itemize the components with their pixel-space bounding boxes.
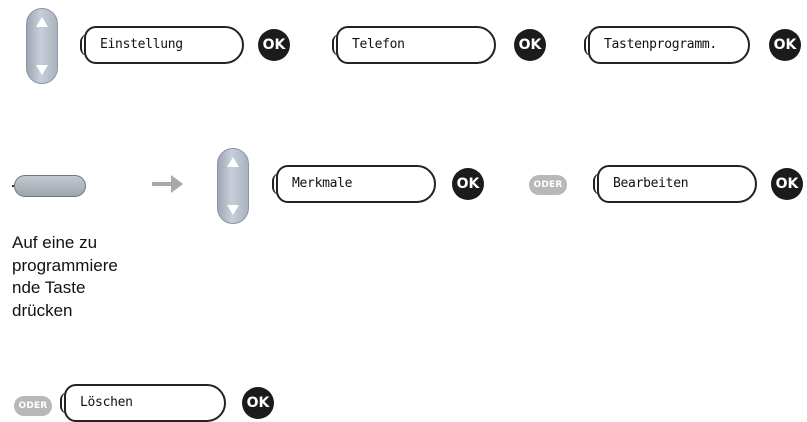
arrow-up-icon bbox=[36, 17, 48, 27]
softkey-loeschen[interactable]: Löschen bbox=[60, 384, 226, 422]
or-badge: ODER bbox=[14, 396, 52, 416]
softkey-label: Merkmale bbox=[292, 176, 353, 191]
softkey-bearbeiten[interactable]: Bearbeiten bbox=[593, 165, 757, 203]
softkey-label: Telefon bbox=[352, 37, 405, 52]
arrow-down-icon bbox=[227, 205, 239, 215]
softkey-merkmale[interactable]: Merkmale bbox=[272, 165, 436, 203]
arrow-right-head bbox=[171, 175, 183, 193]
programmable-key-icon[interactable] bbox=[14, 175, 86, 197]
instruction-line: nde Taste bbox=[12, 278, 86, 297]
ok-button[interactable]: OK bbox=[242, 387, 274, 419]
instruction-line: drücken bbox=[12, 300, 73, 320]
ok-button[interactable]: OK bbox=[771, 168, 803, 200]
softkey-tastenprogramm[interactable]: Tastenprogramm. bbox=[584, 26, 750, 64]
softkey-einstellung[interactable]: Einstellung bbox=[80, 26, 244, 64]
ok-button[interactable]: OK bbox=[452, 168, 484, 200]
arrow-right-icon bbox=[152, 182, 172, 186]
instruction-line: Auf eine zu bbox=[12, 233, 98, 252]
softkey-telefon[interactable]: Telefon bbox=[332, 26, 496, 64]
arrow-up-icon bbox=[227, 157, 239, 167]
softkey-label: Löschen bbox=[80, 395, 133, 410]
ok-button[interactable]: OK bbox=[258, 29, 290, 61]
softkey-label: Tastenprogramm. bbox=[604, 37, 717, 52]
softkey-label: Einstellung bbox=[100, 37, 183, 52]
navigator-up-down-icon[interactable] bbox=[26, 8, 58, 84]
ok-button[interactable]: OK bbox=[514, 29, 546, 61]
softkey-label: Bearbeiten bbox=[613, 176, 689, 191]
arrow-down-icon bbox=[36, 65, 48, 75]
ok-button[interactable]: OK bbox=[769, 29, 801, 61]
instruction-line: programmiere bbox=[12, 255, 118, 275]
navigator-up-down-icon[interactable] bbox=[217, 148, 249, 224]
or-badge: ODER bbox=[529, 175, 567, 195]
instruction-text: Auf eine zu programmiere nde Taste drück… bbox=[12, 232, 142, 322]
